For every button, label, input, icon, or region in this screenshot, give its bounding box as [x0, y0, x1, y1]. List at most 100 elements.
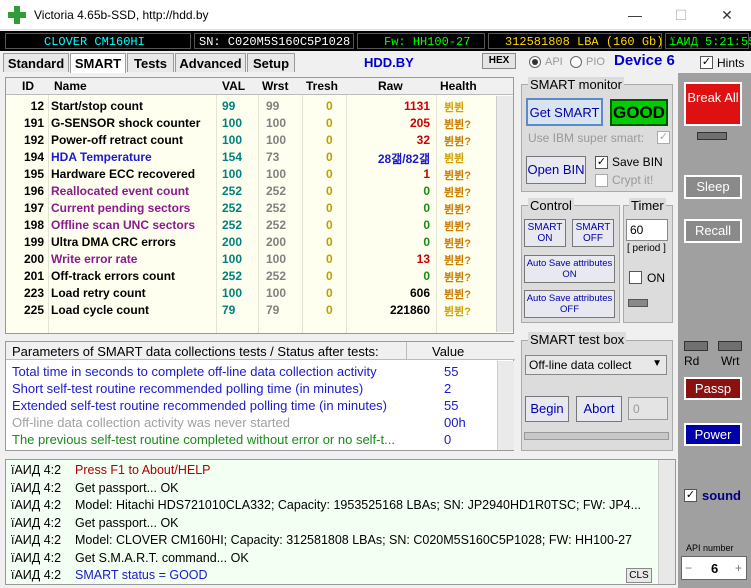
log-time: ïАИД 4:2 [11, 568, 62, 582]
crypt-checkbox[interactable] [595, 174, 608, 187]
cell-wrst: 100 [266, 252, 287, 266]
clear-log-button[interactable]: CLS [626, 568, 652, 583]
pio-radio[interactable] [570, 56, 582, 68]
smart-test-title: SMART test box [528, 332, 627, 347]
save-bin-checkbox[interactable]: ✓ [595, 156, 608, 169]
test-type-select[interactable]: Off-line data collect ▼ [525, 355, 667, 375]
cell-tresh: 0 [326, 235, 333, 249]
tab-advanced[interactable]: Advanced [175, 53, 246, 72]
params-row[interactable]: Short self-test routine recommended poll… [6, 380, 496, 397]
timer-on-checkbox[interactable] [629, 271, 642, 284]
hex-button[interactable]: HEX [482, 53, 516, 69]
cell-id: 192 [23, 133, 44, 147]
smart-table-row[interactable]: 201 Off-track errors count 252 252 0 0 뷘뷘? [6, 267, 496, 284]
log-scrollbar[interactable] [658, 460, 675, 584]
smart-params-table: Parameters of SMART data collections tes… [5, 341, 515, 451]
test-number-input[interactable]: 0 [628, 397, 668, 420]
cell-val: 100 [222, 116, 243, 130]
smart-table-row[interactable]: 12 Start/stop count 99 99 0 1131 뷘뷘 [6, 97, 496, 114]
cell-name: Off-track errors count [51, 269, 176, 283]
use-ibm-checkbox[interactable]: ✓ [657, 131, 670, 144]
col-raw[interactable]: Raw [378, 79, 403, 93]
tab-smart[interactable]: SMART [70, 53, 126, 73]
minus-icon[interactable]: − [685, 561, 692, 575]
cell-health: 뷘뷘 [444, 153, 465, 165]
col-health[interactable]: Health [440, 79, 477, 93]
api-number-spinner[interactable]: − 6 + [681, 556, 747, 580]
cell-tresh: 0 [326, 167, 333, 181]
cell-health: 뷘뷘? [444, 255, 471, 267]
cell-health: 뷘뷘? [444, 306, 471, 318]
pio-label: PIO [586, 56, 605, 68]
col-val[interactable]: VAL [222, 79, 245, 93]
cell-val: 100 [222, 167, 243, 181]
cell-id: 201 [23, 269, 44, 283]
params-row[interactable]: Total time in seconds to complete off-li… [6, 363, 496, 380]
smart-table-row[interactable]: 195 Hardware ECC recovered 100 100 0 1 뷘뷘? [6, 165, 496, 182]
cell-wrst: 252 [266, 184, 287, 198]
params-row[interactable]: The previous self-test routine completed… [6, 431, 496, 448]
smart-table-row[interactable]: 199 Ultra DMA CRC errors 200 200 0 0 뷘뷘? [6, 233, 496, 250]
hints-checkbox[interactable]: ✓ [700, 56, 713, 69]
minimize-button[interactable]: — [612, 0, 658, 30]
smart-table-row[interactable]: 223 Load retry count 100 100 0 606 뷘뷘? [6, 284, 496, 301]
api-radio[interactable] [529, 56, 541, 68]
drive-model: CLOVER CM160HI [5, 33, 191, 49]
maximize-button[interactable]: ☐ [658, 0, 704, 30]
passp-button[interactable]: Passp [684, 377, 742, 400]
smart-table-row[interactable]: 200 Write error rate 100 100 0 13 뷘뷘? [6, 250, 496, 267]
begin-button[interactable]: Begin [525, 396, 569, 422]
tab-standard[interactable]: Standard [3, 53, 69, 72]
autosave-off-button[interactable]: Auto Save attributes OFF [524, 290, 615, 318]
get-smart-button[interactable]: Get SMART [526, 98, 603, 126]
cell-tresh: 0 [326, 184, 333, 198]
test-progress-bar [524, 432, 669, 440]
param-value: 55 [444, 398, 459, 413]
api-label: API [545, 56, 563, 68]
col-wrst[interactable]: Wrst [262, 79, 288, 93]
recall-button[interactable]: Recall [684, 219, 742, 243]
smart-on-button[interactable]: SMART ON [524, 219, 566, 247]
tab-setup[interactable]: Setup [247, 53, 295, 72]
tab-tests[interactable]: Tests [127, 53, 174, 72]
smart-table-row[interactable]: 194 HDA Temperature 154 73 0 28갦/82갦 뷘뷘 [6, 148, 496, 166]
break-all-button[interactable]: Break All [684, 82, 742, 126]
abort-button[interactable]: Abort [576, 396, 622, 422]
cell-name: Load retry count [51, 286, 146, 300]
params-header-value: Value [432, 344, 465, 359]
smart-table-row[interactable]: 191 G-SENSOR shock counter 100 100 0 205 뷘뷘? [6, 114, 496, 131]
open-bin-button[interactable]: Open BIN [526, 156, 586, 184]
smart-table-row[interactable]: 196 Reallocated event count 252 252 0 0 뷘뷘? [6, 182, 496, 199]
smart-off-button[interactable]: SMART OFF [572, 219, 614, 247]
drive-serial: SN: C020M5S160C5P1028 [194, 33, 354, 49]
cell-tresh: 0 [326, 133, 333, 147]
params-scrollbar[interactable] [497, 361, 514, 450]
cell-wrst: 252 [266, 218, 287, 232]
smart-table-row[interactable]: 198 Offline scan UNC sectors 252 252 0 0 뷘뷘? [6, 216, 496, 233]
sound-checkbox[interactable]: ✓ [684, 489, 697, 502]
cell-name: Start/stop count [51, 99, 143, 113]
rd-label: Rd [684, 354, 700, 368]
timer-input[interactable]: 60 [626, 219, 668, 241]
smart-table-scrollbar[interactable] [496, 96, 513, 332]
col-name[interactable]: Name [54, 79, 87, 93]
params-row[interactable]: Extended self-test routine recommended p… [6, 397, 496, 414]
col-tresh[interactable]: Tresh [306, 79, 338, 93]
cell-raw: 205 [409, 116, 430, 130]
smart-table-row[interactable]: 225 Load cycle count 79 79 0 221860 뷘뷘? [6, 301, 496, 318]
close-button[interactable]: ✕ [704, 0, 750, 30]
col-id[interactable]: ID [22, 79, 34, 93]
plus-icon[interactable]: + [735, 561, 742, 575]
smart-table-row[interactable]: 192 Power-off retract count 100 100 0 32 뷘뷘? [6, 131, 496, 148]
log-time: ïАИД 4:2 [11, 533, 62, 547]
cell-id: 191 [23, 116, 44, 130]
smart-table-row[interactable]: 197 Current pending sectors 252 252 0 0 뷘뷘? [6, 199, 496, 216]
power-button[interactable]: Power [684, 423, 742, 446]
cell-wrst: 100 [266, 167, 287, 181]
params-row[interactable]: Off-line data collection activity was ne… [6, 414, 496, 431]
sleep-button[interactable]: Sleep [684, 175, 742, 199]
cell-raw: 13 [416, 252, 430, 266]
site-link[interactable]: HDD.BY [364, 55, 414, 70]
cell-health: 뷘뷘? [444, 238, 471, 250]
autosave-on-button[interactable]: Auto Save attributes ON [524, 255, 615, 283]
